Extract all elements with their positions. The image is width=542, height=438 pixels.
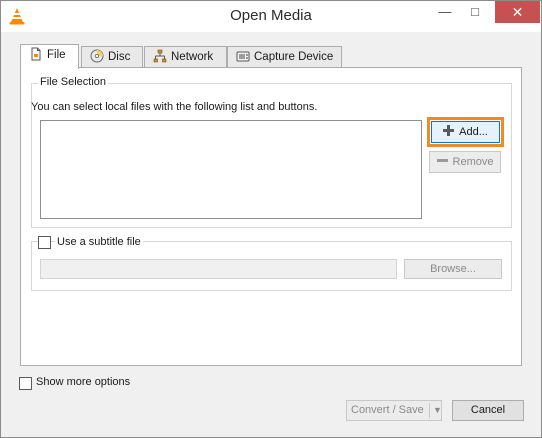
network-icon bbox=[153, 49, 167, 63]
dropdown-arrow-icon[interactable]: ▼ bbox=[433, 401, 442, 420]
open-media-dialog: Open Media — □ ✕ File Disc Network Captu… bbox=[0, 0, 542, 438]
tab-panel-file: File Selection You can select local file… bbox=[20, 67, 522, 366]
window-title: Open Media bbox=[230, 7, 312, 24]
tab-file[interactable]: File bbox=[20, 44, 79, 69]
convert-save-label: Convert / Save bbox=[351, 404, 424, 416]
convert-save-button[interactable]: Convert / Save ▼ bbox=[346, 400, 442, 421]
show-more-options-label[interactable]: Show more options bbox=[36, 376, 130, 388]
capture-device-icon bbox=[236, 51, 250, 62]
close-button[interactable]: ✕ bbox=[495, 1, 540, 23]
tab-file-label: File bbox=[47, 49, 66, 61]
show-more-options-checkbox[interactable] bbox=[19, 377, 32, 390]
subtitle-checkbox[interactable] bbox=[38, 236, 51, 249]
subtitle-path-input[interactable] bbox=[40, 259, 397, 279]
maximize-button[interactable]: □ bbox=[461, 1, 489, 23]
plus-icon bbox=[443, 125, 455, 136]
title-bar: Open Media — □ ✕ bbox=[1, 1, 541, 32]
browse-button[interactable]: Browse... bbox=[404, 259, 502, 279]
file-icon bbox=[31, 47, 41, 61]
tab-disc-label: Disc bbox=[108, 51, 131, 63]
file-selection-hint: You can select local files with the foll… bbox=[31, 101, 318, 113]
file-list[interactable] bbox=[40, 120, 422, 219]
disc-icon bbox=[90, 49, 104, 63]
tab-network[interactable]: Network bbox=[144, 46, 227, 68]
add-button-label: Add... bbox=[459, 126, 488, 138]
cancel-button[interactable]: Cancel bbox=[452, 400, 524, 421]
tab-capture-device-label: Capture Device bbox=[254, 51, 334, 63]
remove-button-label: Remove bbox=[452, 156, 494, 168]
tab-capture-device[interactable]: Capture Device bbox=[227, 46, 342, 68]
minus-icon bbox=[436, 159, 448, 162]
tab-disc[interactable]: Disc bbox=[81, 46, 143, 68]
subtitle-checkbox-label[interactable]: Use a subtitle file bbox=[55, 236, 143, 248]
minimize-button[interactable]: — bbox=[431, 1, 459, 23]
split-separator bbox=[429, 403, 430, 418]
file-selection-title: File Selection bbox=[38, 76, 109, 88]
add-button[interactable]: Add... bbox=[427, 117, 504, 147]
tab-network-label: Network bbox=[171, 51, 214, 63]
remove-button[interactable]: Remove bbox=[429, 151, 501, 173]
